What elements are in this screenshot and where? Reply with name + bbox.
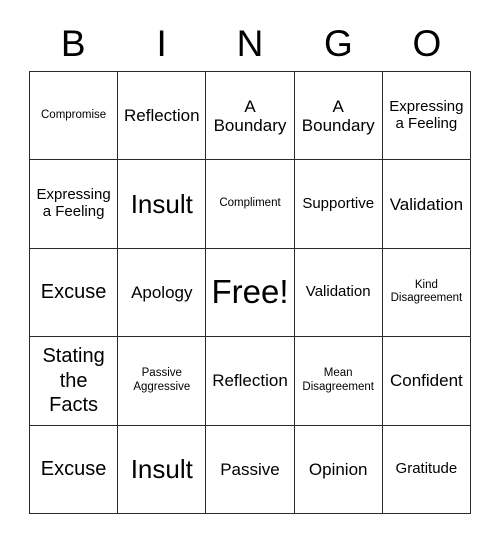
bingo-cell-r5c5[interactable]: Gratitude — [382, 425, 471, 514]
header-letter-g: G — [324, 22, 353, 64]
bingo-cell-label: Gratitude — [395, 459, 458, 477]
bingo-cell-label: Free! — [211, 273, 289, 311]
bingo-cell-r4c5[interactable]: Confident — [382, 337, 471, 426]
bingo-cell-label: Passive — [220, 459, 280, 479]
bingo-cell-r2c4[interactable]: Supportive — [294, 160, 383, 249]
bingo-cell-label: Opinion — [308, 459, 368, 479]
bingo-cell-label: Insult — [130, 188, 193, 219]
bingo-grid: Compromise Reflection A Boundary A Boundary… — [29, 71, 471, 514]
bingo-cell-r1c3[interactable]: A Boundary — [206, 72, 295, 161]
bingo-cell-label: Reflection — [123, 106, 200, 126]
bingo-cell-r2c5[interactable]: Validation — [382, 160, 471, 249]
bingo-header: B I N G O — [29, 18, 471, 68]
bingo-cell-r3c2[interactable]: Apology — [118, 248, 207, 338]
bingo-cell-r5c3[interactable]: Passive — [206, 425, 295, 514]
bingo-cell-r3c5[interactable]: Kind Disagreement — [382, 248, 471, 338]
bingo-cell-r1c4[interactable]: A Boundary — [294, 72, 383, 161]
bingo-cell-r3c4[interactable]: Validation — [294, 248, 383, 338]
bingo-cell-r4c3[interactable]: Reflection — [206, 337, 295, 426]
bingo-cell-r5c4[interactable]: Opinion — [294, 425, 383, 514]
header-letter-n: N — [236, 22, 264, 64]
bingo-cell-r1c5[interactable]: Expressing a Feeling — [382, 72, 471, 161]
bingo-cell-label: A Boundary — [213, 96, 287, 135]
bingo-cell-label: Excuse — [40, 281, 107, 304]
bingo-cell-r5c2[interactable]: Insult — [118, 425, 207, 514]
bingo-cell-label: Expressing a Feeling — [389, 97, 464, 132]
bingo-cell-label: Passive Aggressive — [133, 367, 191, 393]
bingo-cell-label: Validation — [389, 194, 464, 214]
bingo-cell-label: Expressing a Feeling — [36, 186, 111, 221]
bingo-cell-r5c1[interactable]: Excuse — [30, 425, 119, 514]
bingo-cell-r3c1[interactable]: Excuse — [30, 248, 119, 338]
bingo-cell-label: Compromise — [41, 108, 107, 121]
bingo-cell-label: A Boundary — [301, 96, 375, 135]
bingo-cell-r1c2[interactable]: Reflection — [118, 72, 207, 161]
bingo-cell-label: Compliment — [219, 197, 281, 210]
bingo-cell-label: Validation — [305, 283, 371, 301]
bingo-cell-r4c4[interactable]: Mean Disagreement — [294, 337, 383, 426]
bingo-card: B I N G O Compromise Reflection A Boundary… — [0, 0, 500, 544]
bingo-cell-label: Reflection — [212, 371, 288, 391]
header-letter-b: B — [60, 22, 86, 64]
bingo-cell-r3c3[interactable]: Free! — [206, 248, 295, 338]
bingo-cell-r4c1[interactable]: Stating the Facts — [30, 337, 119, 426]
bingo-cell-label: Excuse — [40, 458, 107, 481]
bingo-cell-label: Mean Disagreement — [302, 367, 374, 393]
bingo-cell-r1c1[interactable]: Compromise — [30, 72, 119, 161]
bingo-cell-r2c3[interactable]: Compliment — [206, 160, 295, 249]
bingo-cell-label: Supportive — [302, 194, 375, 212]
bingo-cell-label: Insult — [130, 453, 193, 484]
header-letter-i: I — [156, 22, 167, 64]
bingo-cell-label: Apology — [131, 282, 193, 302]
header-letter-o: O — [412, 22, 442, 64]
bingo-cell-r2c1[interactable]: Expressing a Feeling — [30, 160, 119, 249]
bingo-cell-label: Stating the Facts — [42, 345, 105, 417]
bingo-cell-label: Confident — [390, 371, 463, 391]
bingo-cell-label: Kind Disagreement — [390, 278, 463, 305]
bingo-cell-r4c2[interactable]: Passive Aggressive — [118, 337, 207, 426]
bingo-cell-r2c2[interactable]: Insult — [118, 160, 207, 249]
